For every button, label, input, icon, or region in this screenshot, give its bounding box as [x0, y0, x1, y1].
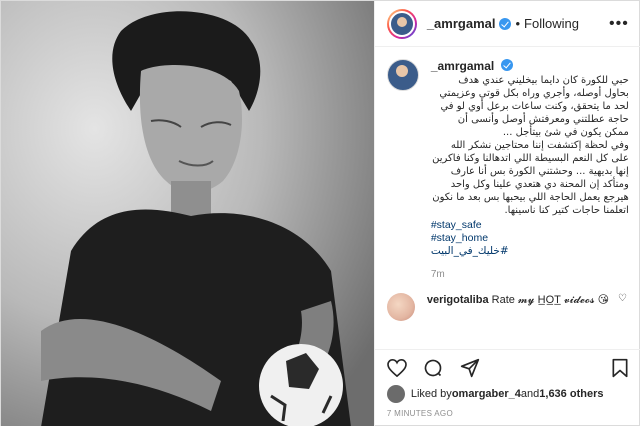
- following-button[interactable]: Following: [524, 16, 579, 31]
- likes-others-link[interactable]: 1,636 others: [539, 388, 603, 400]
- comment-avatar[interactable]: [386, 293, 415, 321]
- post-actions: [374, 349, 640, 383]
- photo-illustration: [1, 1, 374, 426]
- header-separator: •: [515, 16, 521, 31]
- hashtag-link[interactable]: #stay_safe: [431, 219, 629, 232]
- liker-username[interactable]: omargaber_4: [452, 388, 521, 400]
- comment-icon[interactable]: [423, 358, 443, 383]
- hashtag-list: #stay_safe #stay_home #خليك_في_البيت: [431, 219, 629, 258]
- comment-like-heart-icon[interactable]: ♡: [618, 293, 627, 304]
- post-header: _amrgamal • Following •••: [374, 1, 640, 47]
- likes-middle: and: [520, 388, 540, 400]
- verified-badge-icon: [499, 17, 512, 30]
- caption-text: حبي للكورة كان دايما بيخليني عندي هدف بح…: [432, 75, 629, 216]
- more-horizontal-icon[interactable]: •••: [609, 15, 629, 33]
- hashtag-link[interactable]: #stay_home: [431, 232, 629, 245]
- post-side-panel: _amrgamal • Following ••• _amrgamal حبي …: [373, 1, 640, 426]
- liker-avatar[interactable]: [386, 385, 405, 403]
- likes-prefix: Liked by: [410, 388, 452, 400]
- caption-avatar[interactable]: [386, 59, 419, 91]
- caption-username[interactable]: _amrgamal: [431, 59, 494, 73]
- bookmark-icon[interactable]: [611, 358, 629, 383]
- caption-time: 7m: [430, 269, 445, 280]
- header-avatar[interactable]: [386, 8, 417, 39]
- comment-text: Rate 𝓶𝔂 H̲O̲T̲ 𝓿𝓲𝓭𝓮𝓸𝓼 😘: [491, 294, 610, 306]
- header-username[interactable]: _amrgamal: [427, 16, 496, 31]
- instagram-post: _amrgamal • Following ••• _amrgamal حبي …: [0, 0, 640, 426]
- like-heart-icon[interactable]: [387, 358, 407, 382]
- post-timestamp: 7 MINUTES AGO: [386, 409, 453, 418]
- post-photo[interactable]: [1, 1, 374, 426]
- comments-section: _amrgamal حبي للكورة كان دايما بيخليني ع…: [375, 47, 640, 347]
- caption-row: _amrgamal حبي للكورة كان دايما بيخليني ع…: [386, 59, 629, 281]
- share-send-icon[interactable]: [460, 358, 480, 383]
- hashtag-link[interactable]: #خليك_في_البيت: [431, 245, 629, 258]
- caption-verified-icon: [501, 59, 514, 71]
- comment-row: verigotaliba Rate 𝓶𝔂 H̲O̲T̲ 𝓿𝓲𝓭𝓮𝓸𝓼 😘 ♡: [386, 293, 629, 321]
- comment-username[interactable]: verigotaliba: [427, 294, 489, 306]
- likes-summary: Liked by omargaber_4 and 1,636 others: [386, 385, 603, 403]
